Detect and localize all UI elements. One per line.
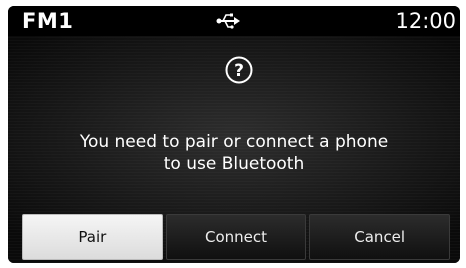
svg-text:?: ? [234, 61, 244, 81]
question-circle-icon: ? [225, 56, 253, 84]
popup-message: You need to pair or connect a phone to u… [28, 131, 440, 175]
clock: 12:00 [395, 9, 456, 33]
usb-icon [216, 13, 240, 29]
popup-button-row: Pair Connect Cancel [22, 214, 451, 260]
status-bar: FM1 12:00 [8, 6, 460, 36]
popup-message-line-2: to use Bluetooth [163, 154, 305, 174]
bluetooth-popup: ? You need to pair or connect a phone to… [8, 36, 460, 263]
popup-message-line-1: You need to pair or connect a phone [79, 132, 389, 152]
pair-button[interactable]: Pair [22, 214, 163, 260]
head-unit-screen: FM1 12:00 ? You need to pair or connect … [8, 6, 460, 263]
connect-button[interactable]: Connect [165, 214, 307, 260]
cancel-button[interactable]: Cancel [309, 214, 451, 260]
radio-source-label: FM1 [22, 9, 74, 33]
